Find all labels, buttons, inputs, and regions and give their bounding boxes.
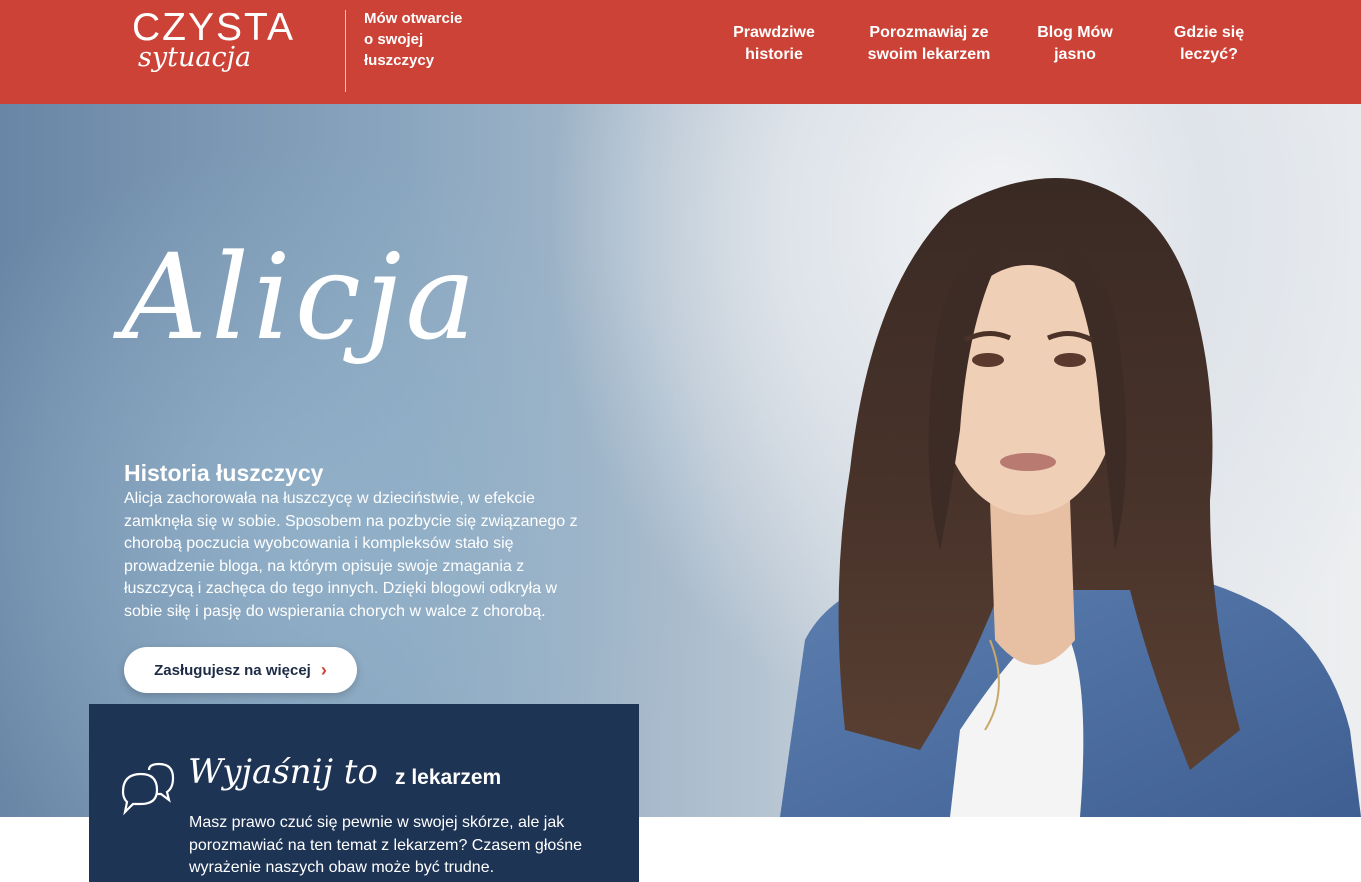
nav-item-gdzie-sie-leczyc[interactable]: Gdzie się leczyć? bbox=[1162, 22, 1256, 66]
card-description: Masz prawo czuć się pewnie w swojej skór… bbox=[189, 814, 583, 877]
site-header: CZYSTA sytuacja Mów otwarcie o swojej łu… bbox=[0, 0, 1361, 104]
card-title-bold: z lekarzem bbox=[395, 766, 502, 789]
cta-label: Zasługujesz na więcej bbox=[154, 661, 311, 679]
hero-heading: Historia łuszczycy bbox=[124, 460, 324, 486]
nav-item-blog[interactable]: Blog Mów jasno bbox=[1030, 22, 1120, 66]
main-nav: Prawdziwe historie Porozmawiaj ze swoim … bbox=[0, 22, 1361, 72]
chat-bubbles-icon bbox=[121, 762, 175, 816]
portrait-image bbox=[780, 178, 1361, 817]
cta-button[interactable]: Zasługujesz na więcej › bbox=[124, 647, 357, 693]
nav-item-prawdziwe-historie[interactable]: Prawdziwe historie bbox=[724, 22, 824, 66]
hero-description: Alicja zachorowała na łuszczycę w dzieci… bbox=[124, 490, 578, 620]
card-title-script: Wyjaśnij to bbox=[188, 752, 378, 792]
nav-item-porozmawiaj[interactable]: Porozmawiaj ze swoim lekarzem bbox=[862, 22, 996, 66]
hero-name: Alicja bbox=[122, 228, 480, 366]
chevron-right-icon: › bbox=[320, 660, 327, 680]
doctor-card: Wyjaśnij to z lekarzem Masz prawo czuć s… bbox=[89, 704, 639, 882]
